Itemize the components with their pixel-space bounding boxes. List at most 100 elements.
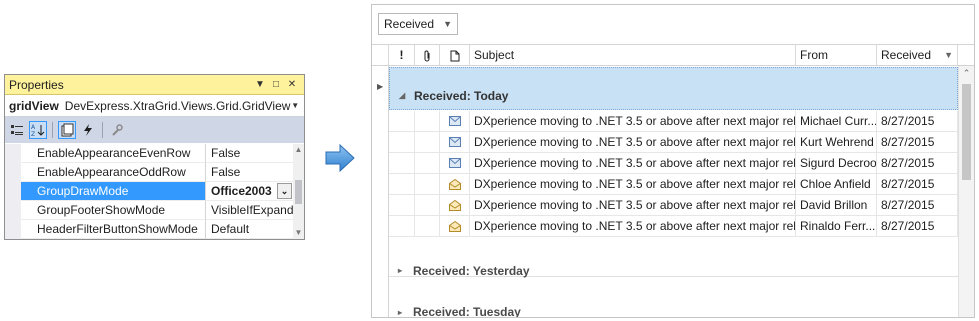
- scroll-thumb[interactable]: [295, 180, 302, 204]
- events-lightning-icon[interactable]: [79, 121, 97, 139]
- cell-icon: [440, 153, 470, 173]
- property-value[interactable]: Default: [206, 220, 293, 239]
- table-row[interactable]: DXperience moving to .NET 3.5 or above a…: [389, 111, 958, 132]
- row-gutter: [5, 220, 21, 239]
- property-row[interactable]: EnableAppearanceOddRow False: [5, 163, 293, 182]
- document-icon: [450, 50, 459, 62]
- property-value-text: Office2003: [211, 184, 272, 198]
- object-selector[interactable]: gridView DevExpress.XtraGrid.Views.Grid.…: [5, 95, 304, 117]
- paperclip-icon: [424, 50, 430, 62]
- cell-subject: DXperience moving to .NET 3.5 or above a…: [470, 195, 796, 215]
- property-value[interactable]: False: [206, 163, 293, 182]
- grid-vertical-scrollbar[interactable]: ⌃: [958, 66, 974, 317]
- cell-icon: [440, 174, 470, 194]
- cell-subject: DXperience moving to .NET 3.5 or above a…: [470, 174, 796, 194]
- toolbar-separator: [52, 122, 53, 138]
- importance-icon: !: [399, 48, 404, 62]
- table-row[interactable]: DXperience moving to .NET 3.5 or above a…: [389, 195, 958, 216]
- scroll-up-icon[interactable]: ⌃: [959, 68, 974, 79]
- property-row[interactable]: GroupFooterShowMode VisibleIfExpande: [5, 201, 293, 220]
- cell-from: Sigurd Decroos: [796, 153, 877, 173]
- properties-title-bar[interactable]: Properties ▼ □ ✕: [5, 75, 304, 95]
- chevron-down-icon[interactable]: ▼: [290, 101, 300, 110]
- cell-subject: DXperience moving to .NET 3.5 or above a…: [470, 216, 796, 236]
- cell-attachment: [415, 132, 440, 152]
- collapse-icon[interactable]: ◢: [399, 91, 411, 100]
- cell-attachment: [415, 216, 440, 236]
- sort-descending-icon: ▼: [944, 50, 953, 60]
- expand-icon[interactable]: ▸: [398, 266, 410, 275]
- property-name: EnableAppearanceEvenRow: [21, 144, 206, 163]
- expand-icon[interactable]: ▸: [398, 308, 410, 317]
- properties-window: Properties ▼ □ ✕ gridView DevExpress.Xtr…: [4, 74, 305, 240]
- maximize-icon[interactable]: □: [268, 79, 284, 90]
- mail-closed-icon: [448, 116, 461, 126]
- mail-closed-icon: [448, 158, 461, 168]
- toolbar-separator: [102, 122, 103, 138]
- sort-descending-icon: ▼: [443, 19, 452, 29]
- cell-attachment: [415, 153, 440, 173]
- row-gutter: [5, 182, 21, 201]
- header-from[interactable]: From: [796, 45, 877, 65]
- svg-text:A: A: [31, 124, 36, 131]
- property-row[interactable]: EnableAppearanceEvenRow False: [5, 144, 293, 163]
- property-name: EnableAppearanceOddRow: [21, 163, 206, 182]
- cell-subject: DXperience moving to .NET 3.5 or above a…: [470, 153, 796, 173]
- group-column-tag[interactable]: Received ▼: [378, 13, 458, 35]
- chevron-down-icon[interactable]: ⌄: [277, 183, 292, 199]
- mail-open-icon: [448, 199, 461, 211]
- cell-importance: [389, 195, 415, 215]
- alphabetical-sort-icon[interactable]: AZ: [29, 121, 47, 139]
- property-value[interactable]: False: [206, 144, 293, 163]
- column-header-row: ! Subject From Received ▼: [372, 44, 974, 66]
- property-row-selected[interactable]: GroupDrawMode Office2003 ⌄: [5, 182, 293, 201]
- cell-received: 8/27/2015: [877, 111, 958, 131]
- group-row-label: Received: Tuesday: [413, 305, 521, 317]
- property-grid: EnableAppearanceEvenRow False EnableAppe…: [5, 144, 304, 239]
- object-name: gridView: [9, 98, 59, 113]
- property-name: GroupFooterShowMode: [21, 201, 206, 220]
- header-icon[interactable]: [440, 45, 470, 65]
- dropdown-arrow-icon[interactable]: ▼: [252, 79, 268, 90]
- cell-received: 8/27/2015: [877, 132, 958, 152]
- scroll-thumb[interactable]: [962, 84, 971, 180]
- row-gutter: [5, 163, 21, 182]
- property-row[interactable]: HeaderFilterButtonShowMode Default: [5, 220, 293, 239]
- group-row-tuesday[interactable]: ▸ Received: Tuesday: [389, 278, 958, 317]
- property-grid-scrollbar[interactable]: ▲ ▼: [293, 144, 304, 239]
- group-row-yesterday[interactable]: ▸ Received: Yesterday: [389, 237, 958, 278]
- cell-subject: DXperience moving to .NET 3.5 or above a…: [470, 132, 796, 152]
- cell-from: Michael Curr...: [796, 111, 877, 131]
- property-value-editor[interactable]: Office2003 ⌄: [206, 182, 293, 201]
- property-name: HeaderFilterButtonShowMode: [21, 220, 206, 239]
- group-row-today[interactable]: ◢ Received: Today: [389, 67, 958, 110]
- header-subject[interactable]: Subject: [470, 45, 796, 65]
- header-importance[interactable]: !: [389, 45, 415, 65]
- header-attachment[interactable]: [415, 45, 440, 65]
- cell-icon: [440, 216, 470, 236]
- grid-body: ▶ ◢ Received: Today DXperience moving to…: [372, 66, 958, 317]
- cell-importance: [389, 111, 415, 131]
- table-row[interactable]: DXperience moving to .NET 3.5 or above a…: [389, 153, 958, 174]
- property-pages-icon[interactable]: [58, 121, 76, 139]
- group-row-label: Received: Today: [414, 88, 509, 103]
- properties-toolbar: AZ: [5, 117, 304, 143]
- property-value[interactable]: VisibleIfExpande: [206, 201, 293, 220]
- object-type: DevExpress.XtraGrid.Views.Grid.GridView: [64, 98, 291, 113]
- cell-importance: [389, 132, 415, 152]
- scroll-down-icon[interactable]: ▼: [293, 227, 304, 239]
- cell-received: 8/27/2015: [877, 216, 958, 236]
- table-row[interactable]: DXperience moving to .NET 3.5 or above a…: [389, 216, 958, 237]
- property-name: GroupDrawMode: [21, 182, 206, 201]
- row-gutter: [5, 144, 21, 163]
- cell-received: 8/27/2015: [877, 195, 958, 215]
- table-row[interactable]: DXperience moving to .NET 3.5 or above a…: [389, 174, 958, 195]
- wrench-icon[interactable]: [108, 121, 126, 139]
- header-received[interactable]: Received ▼: [877, 45, 958, 65]
- categorized-icon[interactable]: [8, 121, 26, 139]
- cell-received: 8/27/2015: [877, 174, 958, 194]
- scroll-up-icon[interactable]: ▲: [293, 144, 304, 156]
- svg-text:Z: Z: [31, 131, 35, 137]
- close-icon[interactable]: ✕: [284, 79, 300, 90]
- table-row[interactable]: DXperience moving to .NET 3.5 or above a…: [389, 132, 958, 153]
